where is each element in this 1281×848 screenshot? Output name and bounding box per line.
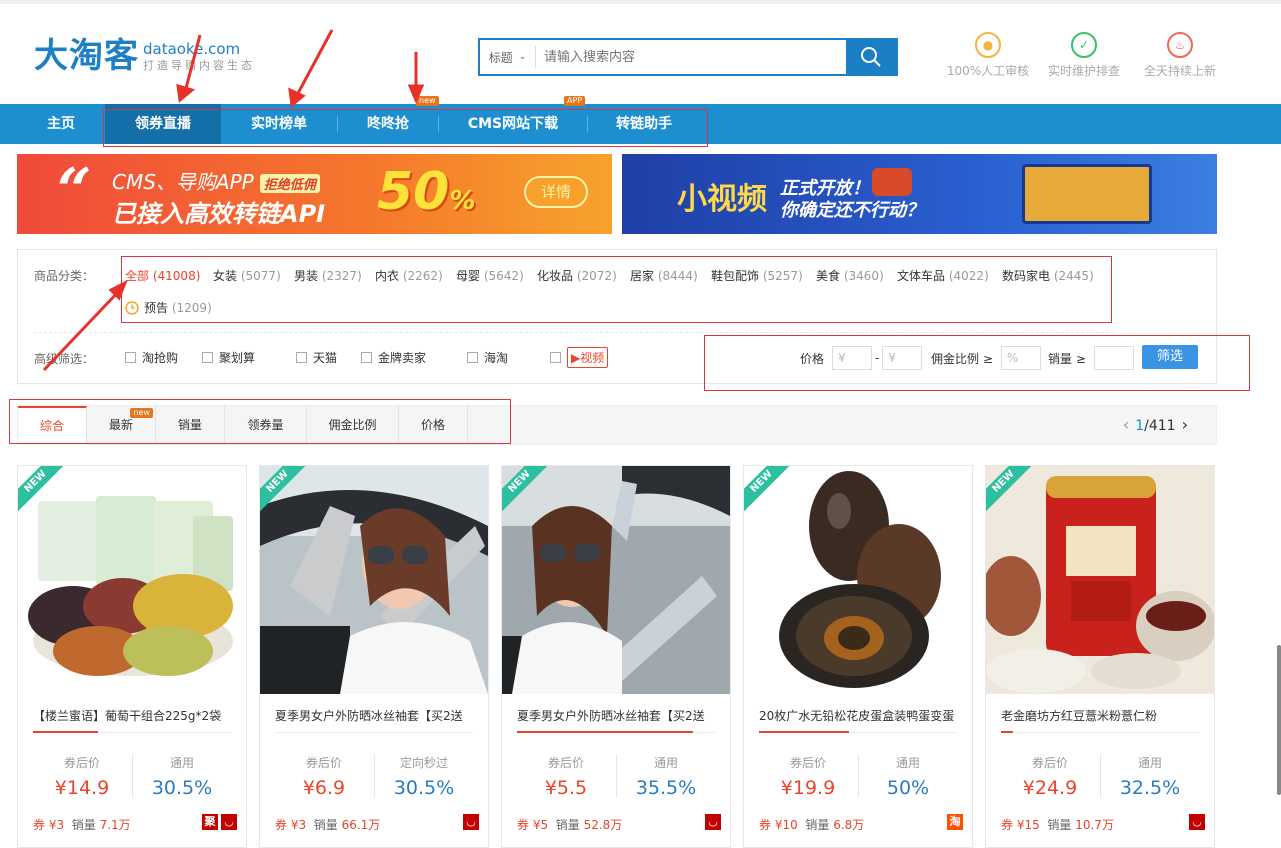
banner-api[interactable]: “ CMS、导购APP 拒绝低佣 已接入高效转链API 50% 详情: [17, 154, 612, 234]
product-price: ¥19.9: [780, 777, 836, 799]
tmall-icon: ◡: [1189, 814, 1205, 830]
logo-text: 大淘客: [34, 36, 139, 76]
prev-page-icon[interactable]: ‹: [1123, 415, 1129, 434]
coupon-amount: 券 ¥3: [275, 818, 307, 832]
film-icon: [872, 168, 912, 196]
commission-rate: 30.5%: [393, 777, 455, 799]
product-image-preserved-eggs[interactable]: NEW: [744, 466, 972, 694]
scrollbar[interactable]: [1277, 645, 1281, 795]
annotation-box: [704, 335, 1250, 391]
video-illustration: [1022, 164, 1152, 224]
product-title[interactable]: 老金磨坊方红豆薏米粉薏仁粉: [1001, 707, 1206, 724]
product-price: ¥6.9: [302, 777, 346, 799]
product-title[interactable]: 20枚广水无铅松花皮蛋盒装鸭蛋变蛋: [759, 707, 964, 724]
check-video[interactable]: ▶视频: [550, 347, 609, 368]
banner-detail-button[interactable]: 详情: [524, 176, 588, 208]
coupon-amount: 券 ¥10: [759, 818, 798, 832]
product-price: ¥24.9: [1022, 777, 1078, 799]
product-title[interactable]: 【楼兰蜜语】葡萄干组合225g*2袋: [33, 707, 238, 724]
check-juhuasuan[interactable]: 聚划算: [202, 349, 255, 366]
badge-manual-review: ● 100%人工审核: [940, 32, 1036, 79]
header: 大淘客 dataoke.com 打造导购内容生态 标题⌄ ● 100%人工审核 …: [0, 4, 1281, 104]
tmall-icon: ◡: [463, 814, 479, 830]
check-gold-seller[interactable]: 金牌卖家: [361, 349, 426, 366]
coupon-amount: 券 ¥15: [1001, 818, 1040, 832]
commission-rate: 50%: [886, 777, 930, 799]
product-card[interactable]: NEW 夏季男女户外防晒冰丝袖套【买2送 券后价 ¥5.5 通用 35.5% 券 ¥…: [501, 465, 731, 848]
search-icon: [861, 47, 881, 67]
sales-count: 7.1万: [99, 818, 131, 832]
play-icon: ▶: [571, 351, 581, 365]
logo-slogan: 打造导购内容生态: [143, 59, 255, 72]
product-title[interactable]: 夏季男女户外防晒冰丝袖套【买2送: [517, 707, 722, 724]
product-image-bean-powder[interactable]: NEW: [986, 466, 1214, 694]
nav-app-tag: APP: [564, 96, 586, 106]
coupon-amount: 券 ¥5: [517, 818, 549, 832]
check-tmall[interactable]: 天猫: [296, 349, 337, 366]
logo[interactable]: 大淘客 dataoke.com 打造导购内容生态: [34, 34, 255, 78]
taobao-icon: 淘: [947, 814, 963, 830]
annotation-box: [103, 109, 708, 147]
chevron-down-icon: ⌄: [518, 52, 527, 62]
nav-new-tag: new: [416, 96, 439, 106]
product-image-raisins[interactable]: NEW: [18, 466, 246, 694]
logo-domain: dataoke.com: [143, 40, 241, 58]
commission-rate: 32.5%: [1119, 777, 1181, 799]
product-image-sleeves-2[interactable]: NEW: [502, 466, 730, 694]
coupon-amount: 券 ¥3: [33, 818, 65, 832]
product-price: ¥14.9: [54, 777, 110, 799]
main-nav: 主页 领券直播 实时榜单 咚咚抢 new CMS网站下载 APP 转链助手: [0, 96, 1281, 147]
product-card[interactable]: NEW 20枚广水无铅松花皮蛋盒装鸭蛋变蛋 券后价 ¥19.9 通用 50% 券 ¥…: [743, 465, 973, 848]
product-card[interactable]: NEW 【楼兰蜜语】葡萄干组合225g*2袋 券后价 ¥14.9 通用 30.5% …: [17, 465, 247, 848]
next-page-icon[interactable]: ›: [1182, 415, 1188, 434]
tmall-icon: ◡: [705, 814, 721, 830]
product-image-sleeves[interactable]: NEW: [260, 466, 488, 694]
search-input[interactable]: [536, 40, 846, 74]
search-button[interactable]: [846, 40, 896, 74]
juhuasuan-icon: 聚: [202, 814, 218, 830]
search-category-select[interactable]: 标题 ⌄: [480, 46, 536, 68]
product-card[interactable]: NEW 夏季男女户外防晒冰丝袖套【买2送 券后价 ¥6.9 定向秒过 30.5% 券…: [259, 465, 489, 848]
shield-check-icon: ✓: [1071, 32, 1097, 58]
sales-count: 6.8万: [833, 818, 865, 832]
product-price: ¥5.5: [544, 777, 588, 799]
product-card[interactable]: NEW 老金磨坊方红豆薏米粉薏仁粉 券后价 ¥24.9 通用 32.5% 券 ¥15…: [985, 465, 1215, 848]
sales-count: 10.7万: [1075, 818, 1114, 832]
pagination: ‹ 1/411 ›: [1122, 415, 1188, 434]
annotation-box: [121, 256, 1112, 323]
badge-realtime-check: ✓ 实时维护排查: [1036, 32, 1132, 79]
person-icon: ●: [975, 32, 1001, 58]
flame-icon: ♨: [1167, 32, 1193, 58]
banner-video[interactable]: 小视频 正式开放！ 你确定还不行动？: [622, 154, 1217, 234]
commission-rate: 30.5%: [151, 777, 213, 799]
annotation-box: [9, 399, 511, 444]
commission-rate: 35.5%: [635, 777, 697, 799]
check-taoqianggou[interactable]: 淘抢购: [125, 349, 178, 366]
banner-row: “ CMS、导购APP 拒绝低佣 已接入高效转链API 50% 详情 小视频 正式…: [17, 154, 1217, 234]
nav-home[interactable]: 主页: [17, 104, 105, 144]
sales-count: 66.1万: [341, 818, 381, 832]
sales-count: 52.8万: [583, 818, 623, 832]
search-bar: 标题 ⌄: [478, 38, 898, 76]
product-title[interactable]: 夏季男女户外防晒冰丝袖套【买2送: [275, 707, 480, 724]
check-haitao[interactable]: 海淘: [467, 349, 508, 366]
badge-daily-new: ♨ 全天持续上新: [1132, 32, 1228, 79]
tmall-icon: ◡: [221, 814, 237, 830]
service-badges: ● 100%人工审核 ✓ 实时维护排查 ♨ 全天持续上新: [940, 32, 1228, 79]
